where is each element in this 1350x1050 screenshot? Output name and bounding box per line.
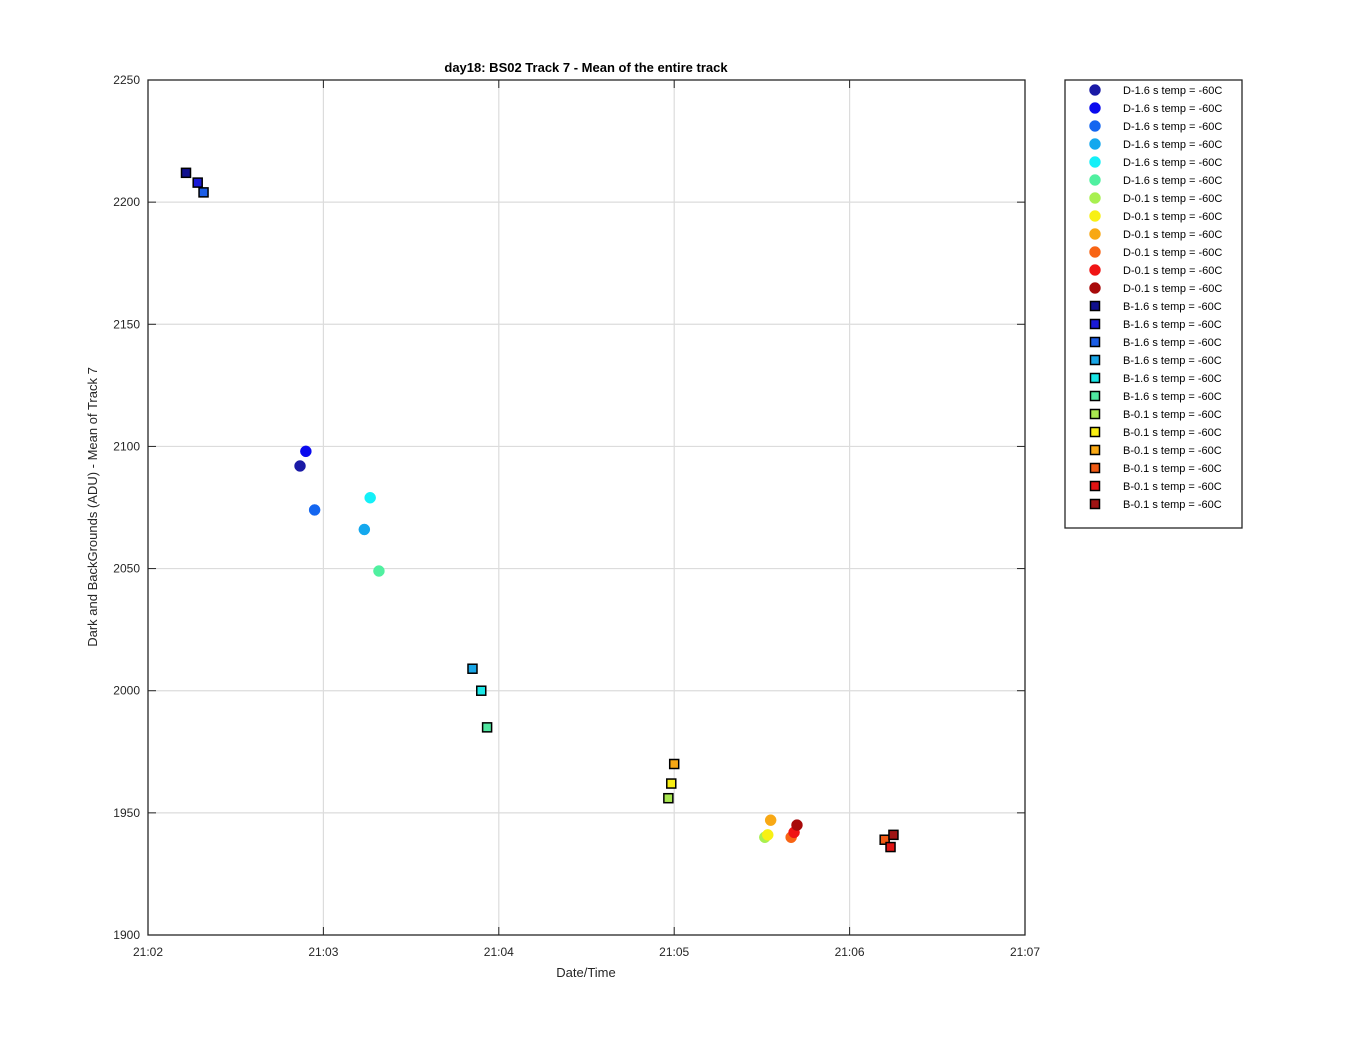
y-tick-label: 2200 [113, 195, 140, 209]
legend-marker-square [1089, 372, 1101, 384]
legend-label: B-0.1 s temp = -60C [1123, 481, 1222, 493]
data-point-circle [300, 445, 312, 458]
legend-marker-circle [1089, 246, 1101, 258]
y-tick-label: 2150 [113, 317, 140, 331]
legend-marker-circle [1089, 102, 1101, 114]
x-tick-label: 21:04 [484, 945, 514, 959]
legend-marker-circle [1089, 156, 1101, 168]
legend-label: B-0.1 s temp = -60C [1123, 499, 1222, 511]
x-tick-label: 21:06 [835, 945, 865, 959]
legend-label: D-0.1 s temp = -60C [1123, 247, 1222, 259]
y-tick-label: 1900 [113, 928, 140, 942]
legend-label: D-0.1 s temp = -60C [1123, 211, 1222, 223]
legend-label: B-1.6 s temp = -60C [1123, 391, 1222, 403]
legend-label: D-1.6 s temp = -60C [1123, 85, 1222, 97]
legend-label: D-1.6 s temp = -60C [1123, 139, 1222, 151]
legend-label: D-0.1 s temp = -60C [1123, 265, 1222, 277]
legend-marker-square [1089, 462, 1101, 474]
legend-label: B-0.1 s temp = -60C [1123, 445, 1222, 457]
legend-label: B-0.1 s temp = -60C [1123, 427, 1222, 439]
data-point-circle [764, 814, 777, 826]
data-point-circle [308, 504, 321, 516]
data-point-square [663, 792, 674, 804]
plot-area [148, 80, 1025, 935]
data-point-square [198, 187, 209, 198]
data-point-square [467, 663, 478, 674]
legend-label: B-0.1 s temp = -60C [1123, 463, 1222, 475]
data-point-square [668, 758, 680, 770]
legend-marker-circle [1089, 228, 1101, 240]
data-point-square [192, 177, 203, 188]
legend-marker-circle [1089, 192, 1101, 204]
legend-marker-circle [1089, 210, 1101, 222]
legend-marker-circle [1089, 264, 1101, 276]
data-point-square [180, 167, 192, 179]
y-axis-label: Dark and BackGrounds (ADU) - Mean of Tra… [85, 367, 100, 647]
legend-label: D-1.6 s temp = -60C [1123, 175, 1222, 187]
legend-label: B-0.1 s temp = -60C [1123, 409, 1222, 421]
legend-marker-circle [1089, 282, 1101, 294]
x-tick-label: 21:03 [308, 945, 338, 959]
y-tick-label: 1950 [113, 806, 140, 820]
y-tick-label: 2250 [113, 73, 140, 87]
legend-label: B-1.6 s temp = -60C [1123, 337, 1222, 349]
data-point-square [481, 722, 493, 733]
data-point-circle [358, 523, 371, 536]
data-point-square [888, 829, 899, 841]
data-point-circle [294, 460, 306, 472]
legend-marker-square [1089, 300, 1101, 312]
y-tick-label: 2050 [113, 562, 140, 576]
legend-marker-square [1089, 336, 1101, 348]
legend-marker-square [1089, 444, 1101, 456]
legend-label: B-1.6 s temp = -60C [1123, 301, 1222, 313]
legend-label: D-1.6 s temp = -60C [1123, 121, 1222, 133]
legend-label: D-1.6 s temp = -60C [1123, 103, 1222, 115]
legend-label: D-1.6 s temp = -60C [1123, 157, 1222, 169]
legend-marker-circle [1089, 120, 1101, 132]
x-tick-label: 21:02 [133, 945, 163, 959]
legend-marker-square [1089, 408, 1101, 420]
data-point-circle [364, 491, 376, 504]
y-tick-label: 2000 [113, 684, 140, 698]
data-point-square [885, 841, 896, 853]
data-point-circle [761, 829, 774, 841]
x-tick-label: 21:07 [1010, 945, 1040, 959]
legend-label: B-1.6 s temp = -60C [1123, 319, 1222, 331]
legend-label: B-1.6 s temp = -60C [1123, 373, 1222, 385]
chart-title: day18: BS02 Track 7 - Mean of the entire… [444, 60, 728, 75]
legend-marker-square [1089, 426, 1101, 438]
legend-label: D-0.1 s temp = -60C [1123, 193, 1222, 205]
legend-label: B-1.6 s temp = -60C [1123, 355, 1222, 367]
legend-marker-square [1089, 318, 1101, 330]
legend-marker-square [1089, 390, 1101, 402]
legend-marker-circle [1089, 174, 1101, 186]
data-point-circle [791, 819, 803, 831]
legend-marker-square [1089, 498, 1101, 510]
legend: D-1.6 s temp = -60C D-1.6 s temp = -60C D-… [1064, 79, 1243, 529]
legend-label: D-0.1 s temp = -60C [1123, 229, 1222, 241]
y-tick-label: 2100 [113, 439, 140, 453]
x-tick-label: 21:05 [659, 945, 689, 959]
legend-label: D-0.1 s temp = -60C [1123, 283, 1222, 295]
legend-marker-square [1089, 354, 1101, 366]
data-point-square [476, 685, 487, 696]
chart: 21:02 21:03 21:04 21:05 21:06 21:07 1900 1950 20… [0, 0, 1350, 1050]
legend-marker-circle [1089, 138, 1101, 150]
legend-marker-square [1089, 480, 1101, 492]
data-point-square [666, 778, 677, 789]
legend-marker-circle [1089, 84, 1101, 96]
data-point-circle [373, 565, 385, 577]
x-axis-label: Date/Time [556, 965, 615, 980]
